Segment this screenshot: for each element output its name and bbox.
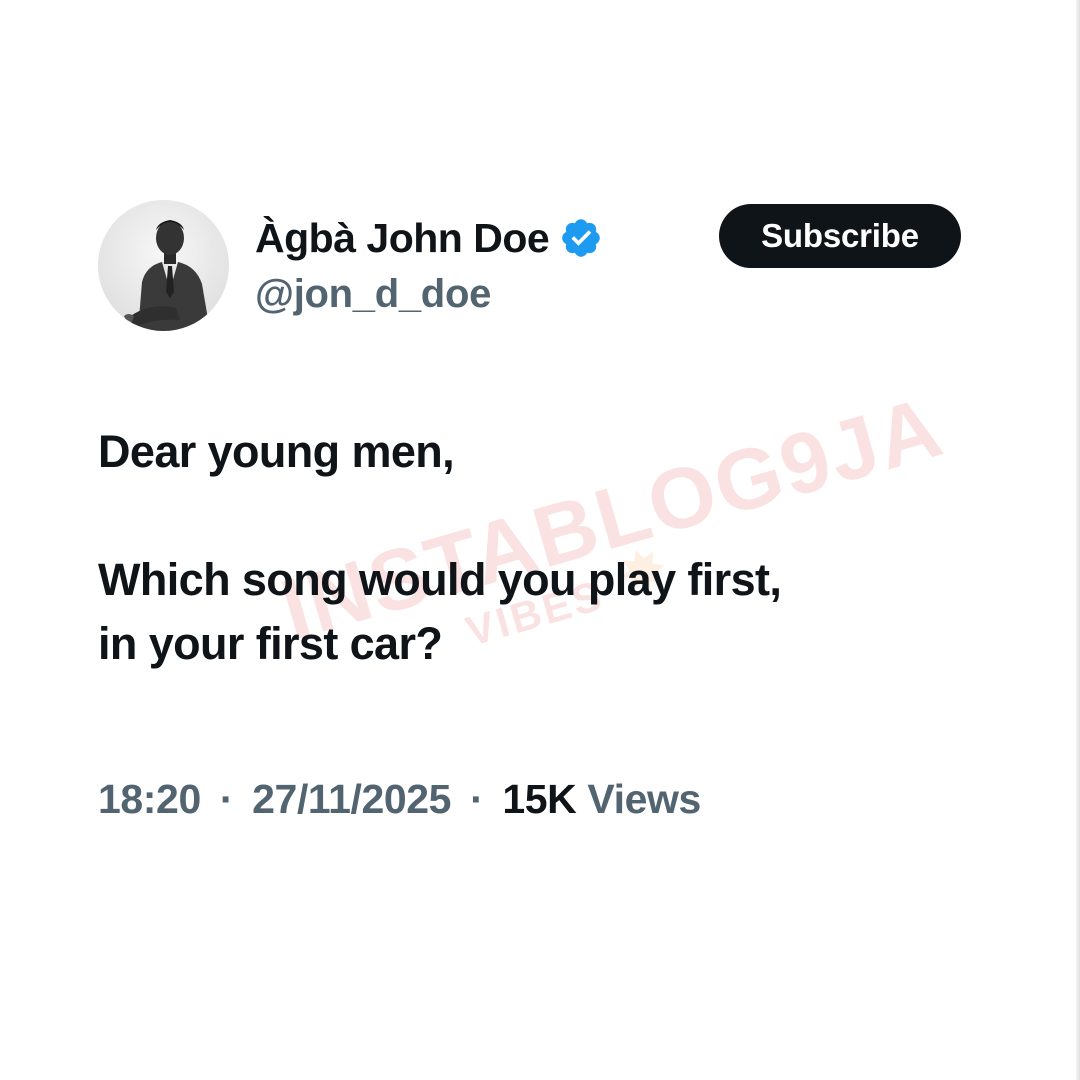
- right-edge-shadow: [1076, 0, 1080, 1080]
- views-label[interactable]: Views: [587, 776, 701, 822]
- author-handle[interactable]: @jon_d_doe: [255, 272, 603, 317]
- tweet-date[interactable]: 27/11/2025: [252, 776, 451, 822]
- tweet-time[interactable]: 18:20: [98, 776, 201, 822]
- verified-badge-icon[interactable]: [559, 216, 603, 260]
- tweet-header: Àgbà John Doe @jon_d_doe Subscribe: [98, 200, 978, 340]
- avatar-photo-icon: [98, 200, 229, 331]
- meta-separator: ·: [219, 776, 234, 822]
- display-name[interactable]: Àgbà John Doe: [255, 215, 550, 262]
- tweet-text-line: Dear young men,: [98, 426, 455, 477]
- tweet-text: Dear young men, Which song would you pla…: [98, 420, 998, 676]
- author-info: Àgbà John Doe @jon_d_doe: [255, 212, 603, 317]
- display-name-row: Àgbà John Doe: [255, 212, 603, 264]
- views-count[interactable]: 15K: [502, 776, 576, 822]
- subscribe-button[interactable]: Subscribe: [719, 204, 961, 268]
- tweet-text-line: Which song would you play first,: [98, 554, 782, 605]
- avatar[interactable]: [98, 200, 229, 331]
- tweet-meta: 18:20 · 27/11/2025 · 15K Views: [98, 776, 701, 823]
- meta-separator: ·: [470, 776, 484, 822]
- tweet-text-line: in your first car?: [98, 618, 443, 669]
